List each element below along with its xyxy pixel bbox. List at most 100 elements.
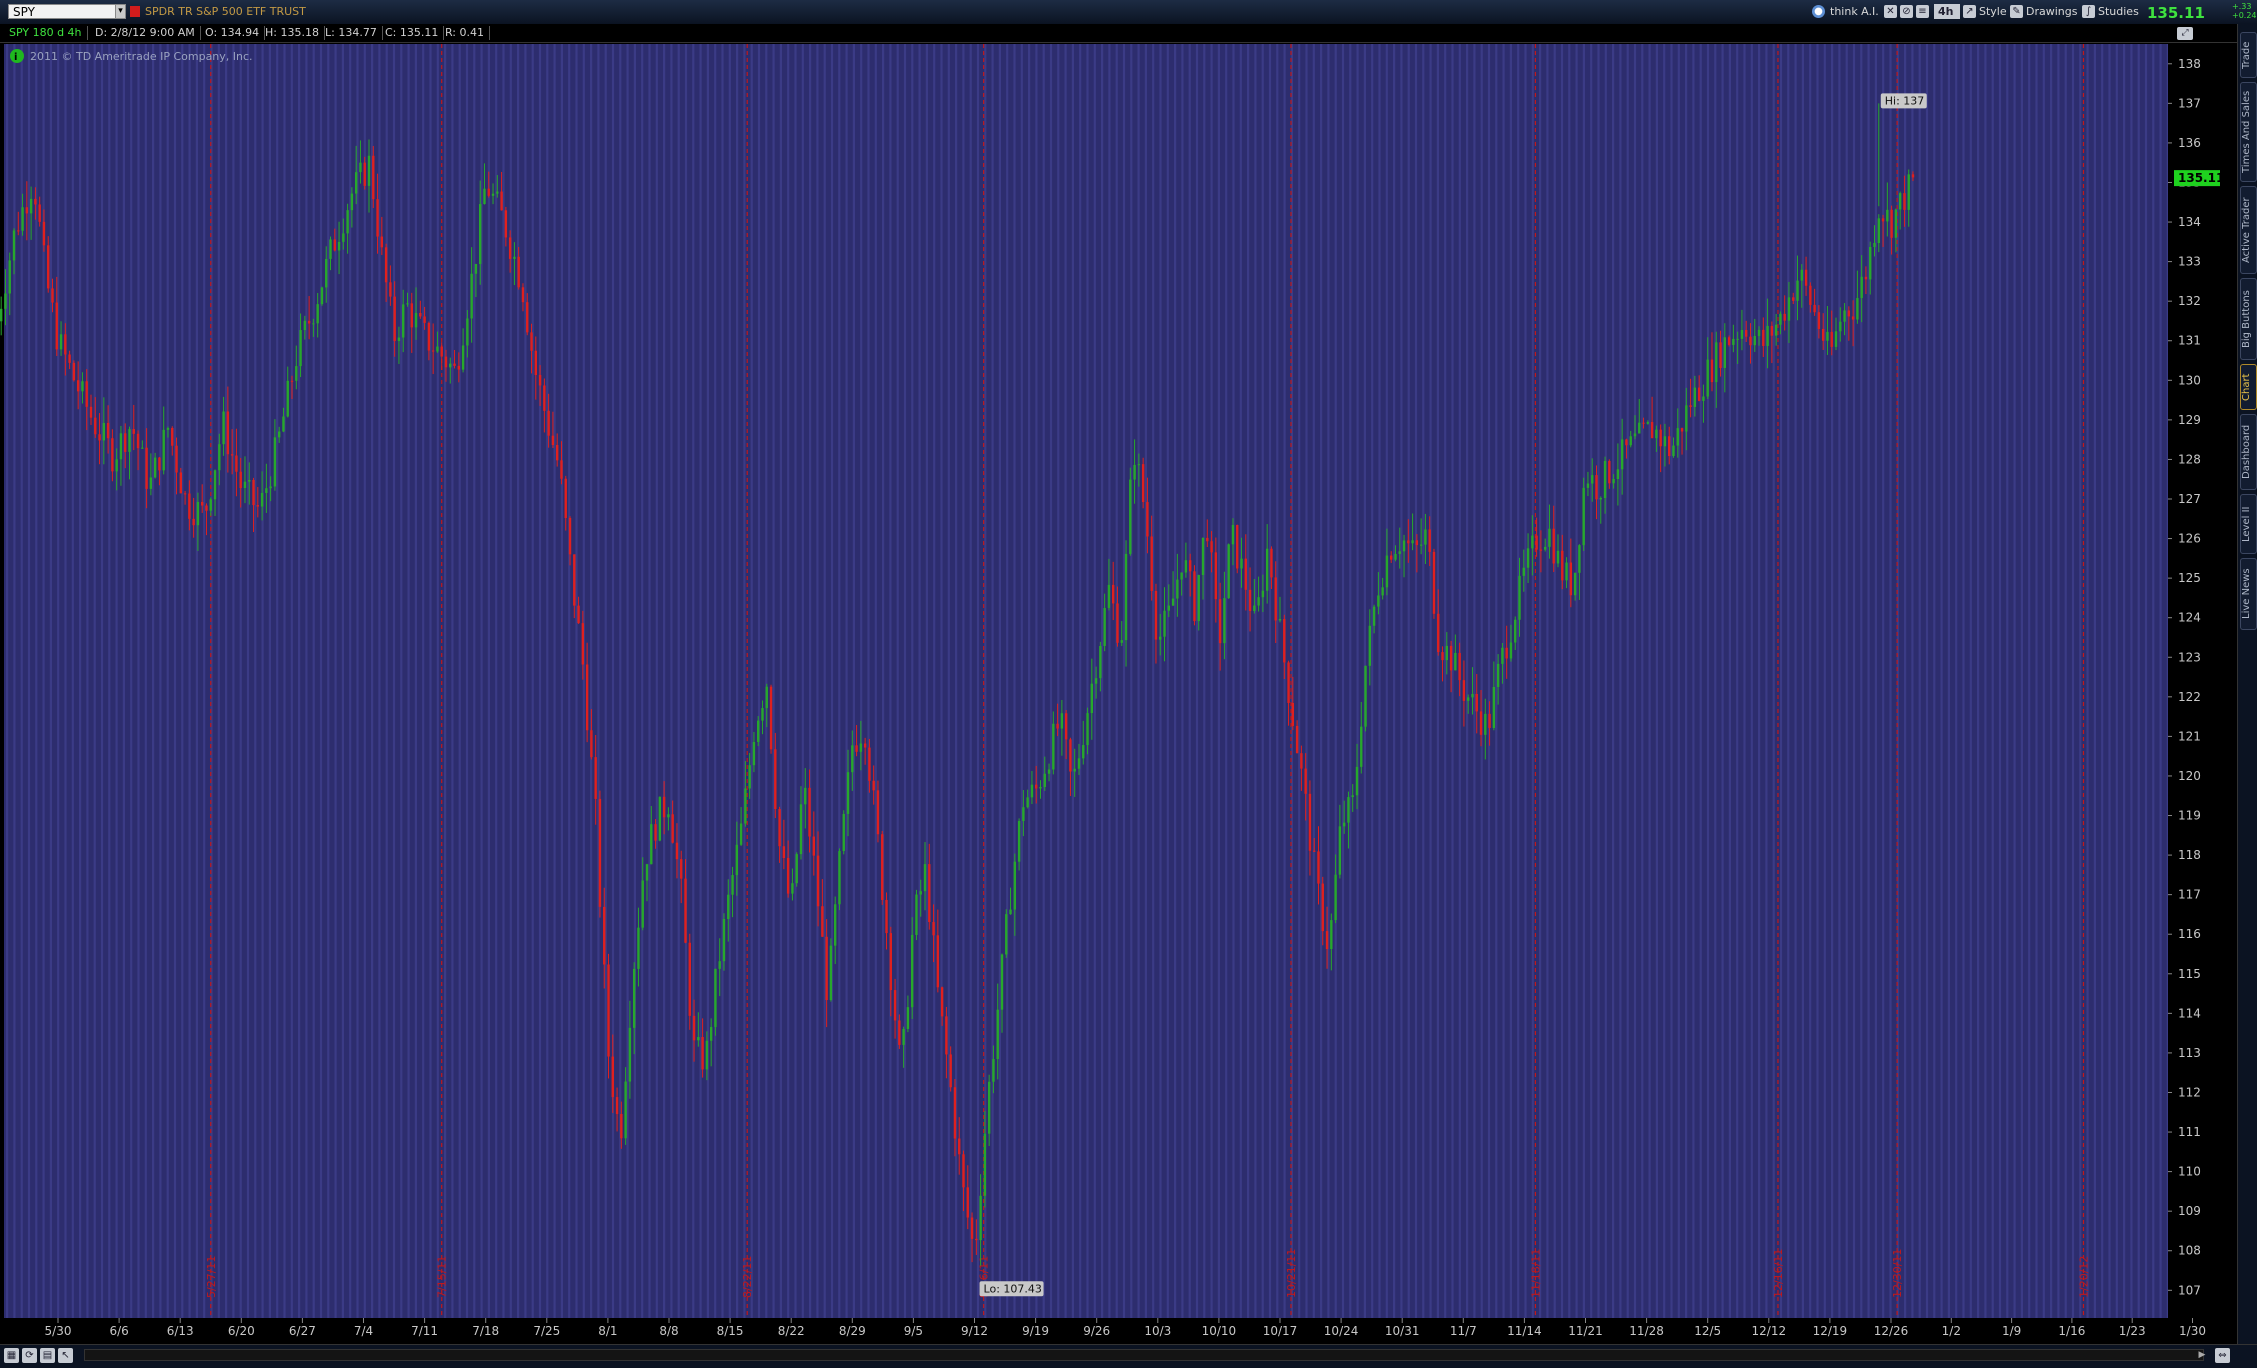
price-tick-label: 129 bbox=[2178, 413, 2201, 427]
candle-body bbox=[1672, 445, 1675, 457]
price-tick-label: 110 bbox=[2178, 1165, 2201, 1179]
candle-body bbox=[1723, 337, 1727, 368]
candle-body bbox=[1163, 610, 1166, 637]
candle-body bbox=[744, 788, 747, 824]
background-stripe bbox=[502, 44, 505, 1318]
background-stripe bbox=[1451, 44, 1454, 1318]
candle-body bbox=[256, 505, 259, 507]
background-stripe bbox=[1911, 44, 1914, 1318]
candle-body bbox=[1248, 589, 1252, 611]
background-stripe bbox=[933, 44, 936, 1318]
candle-body bbox=[342, 233, 345, 242]
side-tab-active-trader[interactable]: Active Trader bbox=[2240, 186, 2257, 274]
settings-icon[interactable]: ≡ bbox=[1916, 5, 1929, 18]
thinkai-icon[interactable]: ● bbox=[1812, 5, 1825, 18]
candle-body bbox=[1911, 174, 1915, 178]
candle-body bbox=[1655, 429, 1658, 439]
candle-body bbox=[940, 987, 944, 1017]
background-stripe bbox=[838, 44, 841, 1318]
timeframe-button[interactable]: 4h bbox=[1934, 4, 1960, 19]
candle-body bbox=[1466, 697, 1470, 701]
grid-layout-icon[interactable]: ▦ bbox=[4, 1348, 19, 1363]
candle-body bbox=[521, 287, 525, 303]
candle-body bbox=[1787, 297, 1791, 321]
symbol-input[interactable]: SPY bbox=[8, 4, 116, 19]
zoom-fit-icon[interactable]: ⇔ bbox=[2215, 1348, 2230, 1363]
period-marker-label: 1/20/12 bbox=[2077, 1256, 2090, 1298]
candle-body bbox=[196, 501, 200, 526]
background-stripe bbox=[2144, 44, 2148, 1318]
candle-body bbox=[350, 193, 354, 211]
price-chart[interactable]: 5/27/11 7/15/11 8/22/11 9/16/11 10/21/11 11/1… bbox=[0, 0, 2257, 1367]
sync-icon[interactable]: ⟳ bbox=[22, 1348, 37, 1363]
drawings-menu[interactable]: Drawings bbox=[2022, 4, 2081, 19]
background-stripe bbox=[925, 44, 928, 1318]
side-tab-trade[interactable]: Trade bbox=[2240, 32, 2257, 78]
candle-body bbox=[119, 433, 123, 460]
drawing-set-icon[interactable]: ▤ bbox=[40, 1348, 55, 1363]
background-stripe bbox=[195, 44, 198, 1318]
side-tab-dashboard[interactable]: Dashboard bbox=[2240, 414, 2257, 490]
symbol-dropdown-button[interactable]: ▾ bbox=[115, 4, 126, 19]
background-stripe bbox=[1590, 44, 1593, 1318]
side-tab-chart[interactable]: Chart bbox=[2240, 364, 2257, 410]
candle-body bbox=[1086, 713, 1089, 746]
candle-body bbox=[500, 191, 503, 211]
time-tick-label: 9/12 bbox=[961, 1324, 988, 1338]
side-tab-live-news[interactable]: Live News bbox=[2240, 558, 2257, 630]
candle-body bbox=[1505, 647, 1508, 659]
candle-body bbox=[855, 745, 858, 752]
candle-body bbox=[496, 191, 499, 194]
candle-body bbox=[1565, 562, 1568, 581]
candle-body bbox=[1188, 560, 1192, 572]
candle-body bbox=[1223, 598, 1226, 644]
background-stripe bbox=[604, 44, 607, 1318]
background-stripe bbox=[232, 44, 235, 1318]
candle-body bbox=[987, 1081, 991, 1134]
background-stripe bbox=[1765, 44, 1768, 1318]
candle-body bbox=[688, 942, 691, 1016]
scroll-right-icon[interactable]: ▶ bbox=[2196, 1349, 2208, 1361]
side-tab-times-and-sales[interactable]: Times And Sales bbox=[2240, 82, 2257, 182]
candle-body bbox=[303, 320, 307, 331]
thinkai-button[interactable]: think A.I. bbox=[1826, 4, 1883, 19]
side-tab-big-buttons[interactable]: Big Buttons bbox=[2240, 278, 2257, 360]
candle-body bbox=[295, 366, 298, 381]
background-stripe bbox=[100, 44, 104, 1318]
candle-body bbox=[1355, 766, 1359, 796]
background-stripe bbox=[1969, 44, 1972, 1318]
candle-body bbox=[932, 922, 935, 936]
chart-expand-icon[interactable]: ⤢ bbox=[2177, 27, 2193, 40]
background-stripe bbox=[787, 44, 790, 1318]
candle-body bbox=[650, 824, 653, 865]
candle-body bbox=[1338, 826, 1342, 875]
background-stripe bbox=[1823, 44, 1826, 1318]
studies-menu[interactable]: Studies bbox=[2094, 4, 2143, 19]
crosshair-icon[interactable]: ✕ bbox=[1884, 5, 1897, 18]
symbol-flag-icon bbox=[130, 6, 140, 17]
candle-body bbox=[337, 241, 341, 251]
background-stripe bbox=[1560, 44, 1564, 1318]
background-stripe bbox=[1845, 44, 1848, 1318]
background-stripe bbox=[181, 44, 184, 1318]
time-scrollbar[interactable] bbox=[84, 1349, 2204, 1361]
background-stripe bbox=[1743, 44, 1746, 1318]
chart-info-bar: SPY 180 d 4h D: 2/8/12 9:00 AM O: 134.94… bbox=[0, 24, 2238, 43]
background-stripe bbox=[568, 44, 571, 1318]
style-menu[interactable]: Style bbox=[1975, 4, 2011, 19]
candle-body bbox=[1826, 331, 1829, 341]
candle-body bbox=[632, 968, 636, 1028]
candle-body bbox=[1064, 713, 1068, 740]
last-price: 135.11 bbox=[2147, 4, 2205, 22]
background-stripe bbox=[173, 44, 177, 1318]
background-stripe bbox=[1254, 44, 1257, 1318]
candle-body bbox=[611, 1056, 614, 1098]
zoom-icon[interactable]: ⊘ bbox=[1900, 5, 1913, 18]
cursor-icon[interactable]: ↖ bbox=[58, 1348, 73, 1363]
candle-body bbox=[1638, 422, 1641, 434]
side-tab-level-ii[interactable]: Level II bbox=[2240, 494, 2257, 554]
time-tick-label: 9/26 bbox=[1083, 1324, 1110, 1338]
background-stripe bbox=[1546, 44, 1549, 1318]
candle-body bbox=[1548, 528, 1551, 547]
candle-body bbox=[1116, 603, 1119, 643]
